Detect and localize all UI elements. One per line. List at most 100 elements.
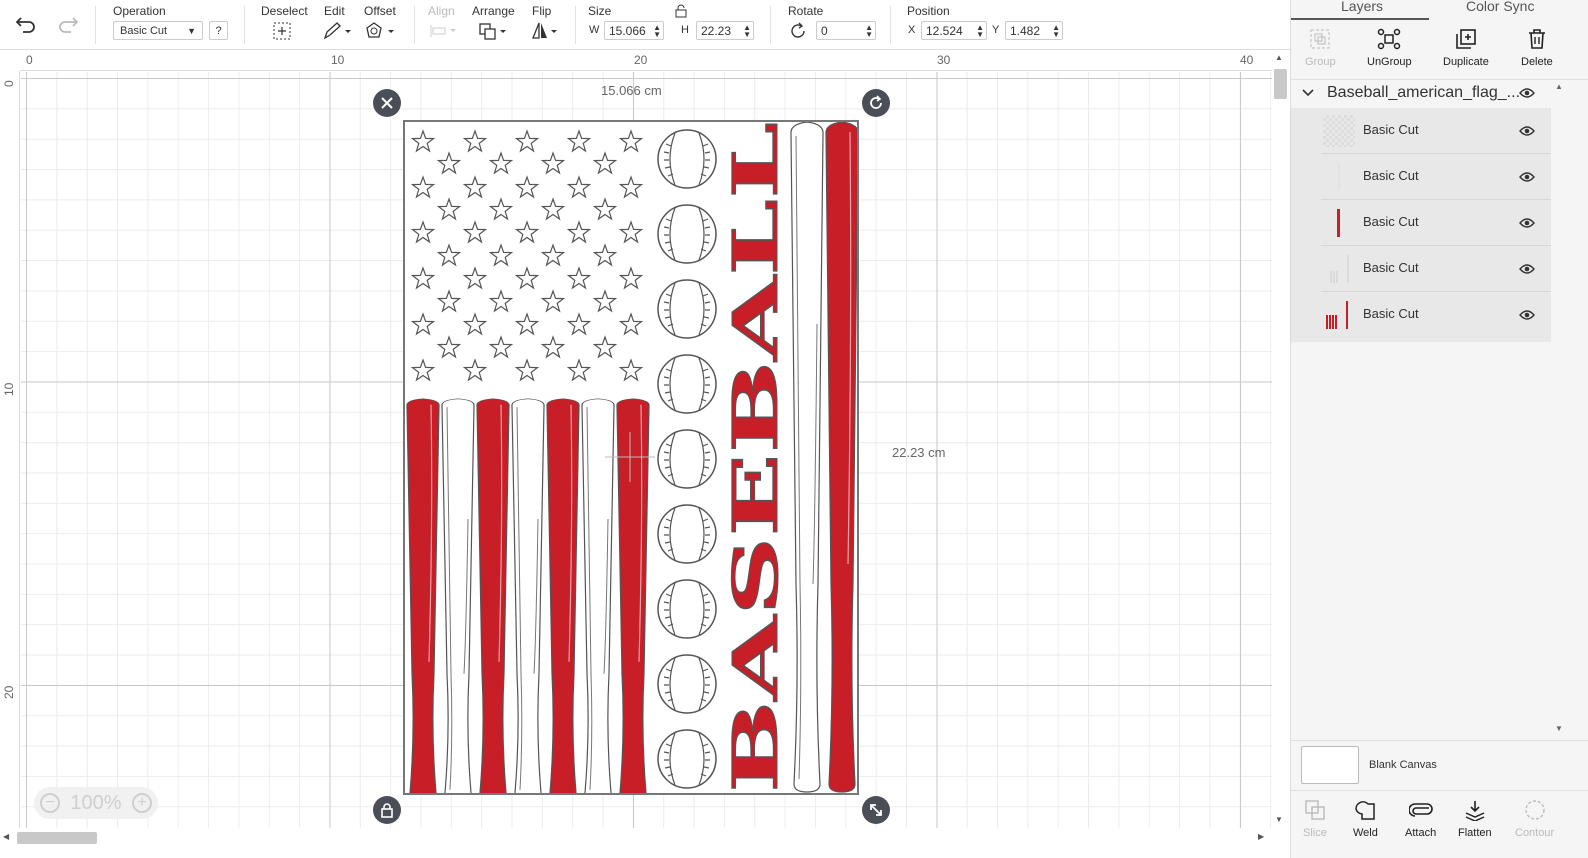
layer-item[interactable]: Basic Cut bbox=[1321, 200, 1551, 246]
align-icon[interactable] bbox=[428, 22, 460, 40]
visibility-eye-icon[interactable] bbox=[1519, 309, 1535, 321]
layer-name: Basic Cut bbox=[1363, 168, 1419, 183]
design-canvas[interactable]: 0 10 20 30 40 0 10 20 15.066 cm 22.23 cm bbox=[0, 51, 1272, 828]
height-dimension-label: 22.23 cm bbox=[892, 445, 946, 460]
size-width-input[interactable]: 15.066 ▲ ▼ bbox=[604, 21, 664, 40]
flatten-label: Flatten bbox=[1458, 827, 1492, 839]
deselect-label: Deselect bbox=[261, 4, 308, 18]
rotate-handle-icon[interactable] bbox=[862, 89, 890, 117]
size-width-value: 15.066 bbox=[609, 23, 646, 38]
group-icon bbox=[1310, 29, 1330, 49]
stepper-arrows-icon[interactable]: ▲ ▼ bbox=[743, 24, 751, 39]
visibility-eye-icon[interactable] bbox=[1519, 263, 1535, 275]
stepper-arrows-icon[interactable]: ▲ ▼ bbox=[653, 24, 661, 39]
contour-button[interactable]: Contour bbox=[1515, 799, 1554, 839]
size-group: Size W 15.066 ▲ ▼ H 22.23 ▲ ▼ bbox=[588, 0, 758, 50]
pos-y-letter: Y bbox=[992, 24, 1000, 36]
offset-icon[interactable] bbox=[364, 20, 396, 42]
contour-label: Contour bbox=[1515, 827, 1555, 839]
vertical-scrollbar[interactable]: ▲ ▼ bbox=[1272, 51, 1290, 828]
vertical-ruler: 0 10 20 bbox=[0, 71, 20, 828]
offset-group: Offset bbox=[364, 0, 404, 50]
layer-item[interactable]: Basic Cut bbox=[1321, 246, 1551, 292]
layer-item[interactable]: Basic Cut bbox=[1321, 154, 1551, 200]
ungroup-button[interactable]: UnGroup bbox=[1367, 28, 1412, 68]
pos-x-letter: X bbox=[908, 24, 916, 36]
flip-icon[interactable] bbox=[530, 20, 560, 42]
visibility-eye-icon[interactable] bbox=[1519, 125, 1535, 137]
tab-layers[interactable]: Layers bbox=[1341, 0, 1383, 14]
group-button[interactable]: Group bbox=[1305, 28, 1336, 68]
position-label: Position bbox=[907, 4, 950, 18]
lock-handle-icon[interactable] bbox=[373, 796, 401, 824]
visibility-eye-icon[interactable] bbox=[1519, 87, 1535, 99]
layer-thumbnail bbox=[1323, 207, 1355, 239]
position-y-value: 1.482 bbox=[1010, 23, 1041, 38]
edit-group: Edit bbox=[322, 0, 362, 50]
size-h-letter: H bbox=[681, 24, 689, 36]
layer-thumbnail bbox=[1323, 253, 1355, 285]
tall-bats bbox=[790, 121, 859, 793]
stepper-arrows-icon[interactable]: ▲ ▼ bbox=[976, 24, 984, 39]
deselect-icon[interactable] bbox=[271, 20, 293, 42]
vertical-scroll-thumb[interactable] bbox=[1274, 69, 1287, 99]
visibility-eye-icon[interactable] bbox=[1519, 217, 1535, 229]
operation-value: Basic Cut bbox=[120, 24, 168, 37]
ruler-label: 10 bbox=[2, 382, 16, 396]
contour-icon bbox=[1524, 800, 1545, 820]
layer-actions: Group UnGroup Duplicate Delete bbox=[1291, 20, 1588, 80]
horizontal-scroll-thumb[interactable] bbox=[17, 832, 97, 844]
tab-color-sync[interactable]: Color Sync bbox=[1466, 0, 1534, 14]
layer-name: Basic Cut bbox=[1363, 122, 1419, 137]
position-x-input[interactable]: 12.524 ▲ ▼ bbox=[921, 21, 987, 40]
lock-ratio-icon[interactable] bbox=[674, 4, 688, 18]
baseball-flag-design[interactable]: BASEBALL bbox=[403, 120, 859, 799]
attach-label: Attach bbox=[1405, 827, 1437, 839]
stepper-arrows-icon[interactable]: ▲ ▼ bbox=[1052, 24, 1060, 39]
arrange-icon[interactable] bbox=[478, 20, 510, 42]
delete-handle-icon[interactable] bbox=[373, 89, 401, 117]
layer-item[interactable]: Basic Cut bbox=[1321, 108, 1551, 154]
operation-select[interactable]: Basic Cut ▼ bbox=[113, 21, 203, 40]
blank-canvas-row[interactable]: Blank Canvas bbox=[1291, 740, 1588, 790]
layer-item[interactable]: Basic Cut bbox=[1321, 292, 1551, 338]
zoom-in-icon[interactable]: + bbox=[132, 793, 152, 813]
ruler-label: 30 bbox=[937, 53, 951, 67]
size-label: Size bbox=[588, 4, 612, 18]
redo-icon[interactable] bbox=[56, 14, 80, 36]
edit-pencil-icon[interactable] bbox=[322, 20, 352, 42]
rotate-input[interactable]: 0 ▲ ▼ bbox=[816, 21, 876, 40]
weld-icon bbox=[1355, 801, 1376, 820]
undo-icon[interactable] bbox=[14, 14, 38, 36]
weld-button[interactable]: Weld bbox=[1353, 799, 1378, 839]
panel-scroll-down-icon[interactable]: ▼ bbox=[1555, 724, 1563, 733]
ungroup-label: UnGroup bbox=[1367, 56, 1412, 68]
horizontal-scrollbar[interactable]: ◀ ▶ bbox=[0, 828, 1272, 848]
flatten-icon bbox=[1465, 801, 1485, 821]
edit-label: Edit bbox=[324, 4, 345, 18]
operation-help-button[interactable]: ? bbox=[209, 21, 228, 40]
visibility-eye-icon[interactable] bbox=[1519, 171, 1535, 183]
zoom-out-icon[interactable]: − bbox=[40, 793, 60, 813]
size-height-input[interactable]: 22.23 ▲ ▼ bbox=[696, 21, 754, 40]
size-w-letter: W bbox=[589, 24, 600, 36]
position-y-input[interactable]: 1.482 ▲ ▼ bbox=[1005, 21, 1063, 40]
duplicate-button[interactable]: Duplicate bbox=[1443, 28, 1489, 68]
layer-group-row[interactable]: Baseball_american_flag_... bbox=[1291, 80, 1551, 108]
position-x-value: 12.524 bbox=[926, 23, 963, 38]
stepper-arrows-icon[interactable]: ▲ ▼ bbox=[865, 24, 873, 39]
slice-button[interactable]: Slice bbox=[1303, 799, 1327, 839]
align-label: Align bbox=[428, 4, 455, 18]
delete-label: Delete bbox=[1521, 56, 1553, 68]
slice-icon bbox=[1305, 800, 1325, 820]
flatten-button[interactable]: Flatten bbox=[1458, 799, 1492, 839]
rotate-icon[interactable] bbox=[788, 21, 808, 41]
bottom-actions: Slice Weld Attach Flatten Contour bbox=[1291, 790, 1588, 858]
attach-button[interactable]: Attach bbox=[1405, 799, 1436, 839]
ruler-label: 0 bbox=[2, 80, 16, 87]
blank-canvas-swatch[interactable] bbox=[1301, 746, 1359, 784]
delete-button[interactable]: Delete bbox=[1521, 28, 1553, 68]
ruler-label: 10 bbox=[331, 53, 345, 67]
resize-handle-icon[interactable] bbox=[862, 796, 890, 824]
panel-scroll-up-icon[interactable]: ▲ bbox=[1555, 82, 1563, 91]
